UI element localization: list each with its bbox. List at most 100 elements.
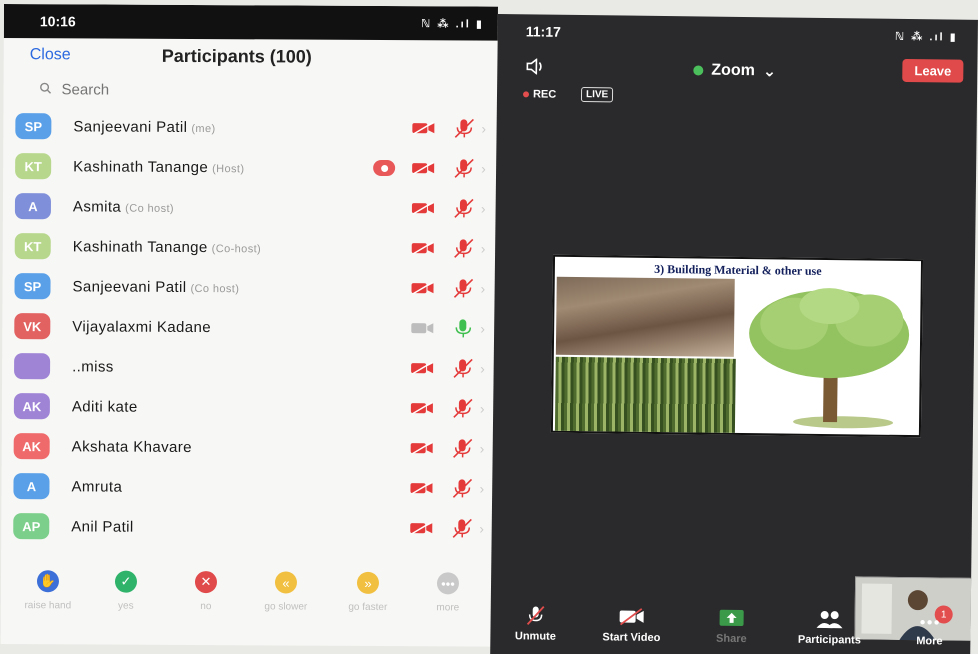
reaction-icon: «: [274, 571, 298, 594]
meeting-title[interactable]: Zoom ⌄: [693, 60, 776, 81]
avatar: A: [13, 473, 50, 500]
reaction-label: go slower: [264, 601, 308, 613]
video-off-icon: [410, 360, 436, 376]
page-title: Participants (100): [161, 45, 312, 67]
status-icons: ℕ ⁂ .ıl ▮: [421, 17, 484, 31]
avatar: SP: [14, 273, 51, 300]
encryption-shield-icon: [693, 65, 704, 76]
video-off-icon: [587, 605, 677, 628]
participant-list: SP Sanjeevani Patil (me) › KT Kashinath Tanan…: [1, 106, 497, 549]
participant-name: Amruta: [71, 478, 126, 495]
participant-role: (Co-host): [211, 242, 262, 255]
slide-photo-timber: [555, 276, 735, 357]
video-off-icon: [410, 400, 436, 416]
participant-row[interactable]: SP Sanjeevani Patil (Co host) ›: [2, 266, 496, 309]
reaction-icon: ✓: [114, 570, 138, 593]
recording-icon: [373, 159, 396, 177]
reaction-no[interactable]: ✕ no: [171, 571, 241, 612]
video-off-icon: [411, 200, 437, 216]
more-icon: [884, 609, 974, 632]
chevron-right-icon: ›: [479, 520, 484, 537]
avatar: [14, 353, 51, 380]
video-off-icon: [411, 160, 437, 176]
mic-muted-icon: [491, 604, 581, 627]
close-button[interactable]: Close: [30, 46, 71, 64]
avatar: AK: [13, 393, 50, 420]
leave-button[interactable]: Leave: [902, 58, 964, 83]
avatar: AK: [13, 433, 50, 460]
participant-role: (Host): [212, 162, 245, 175]
participant-name: Kashinath Tanange (Co-host): [73, 238, 262, 256]
reaction-icon: •••: [436, 572, 460, 595]
participant-row[interactable]: AP Anil Patil ›: [1, 506, 495, 549]
share-button[interactable]: Share: [686, 606, 776, 645]
unmute-button[interactable]: Unmute: [490, 604, 580, 643]
reaction-go-faster[interactable]: » go faster: [333, 571, 403, 613]
participant-name-label: Kashinath Tanange: [73, 157, 209, 176]
mic-icon: [450, 317, 476, 339]
toolbar-label: Start Video: [602, 631, 661, 645]
mic-muted-icon: [450, 277, 476, 299]
participant-name-label: Sanjeevani Patil: [72, 277, 187, 296]
chevron-right-icon: ›: [479, 440, 485, 457]
mic-muted-icon: [449, 477, 475, 499]
participant-name-label: ..miss: [72, 357, 114, 376]
search-input[interactable]: [61, 80, 262, 99]
reaction-label: raise hand: [24, 600, 72, 612]
slide-title: 3) Building Material & other use: [654, 261, 822, 278]
reaction-bar: ✋ raise hand ✓ yes ✕ no « go slower » go faster ••…: [1, 570, 495, 633]
live-badge[interactable]: LIVE: [580, 87, 614, 103]
participant-name: Akshata Khavare: [72, 438, 196, 456]
participant-row[interactable]: A Asmita (Co host) ›: [3, 186, 497, 229]
participant-row[interactable]: AK Aditi kate ›: [2, 386, 496, 429]
participant-row[interactable]: VK Vijayalaxmi Kadane ›: [2, 306, 496, 349]
chevron-right-icon: ›: [480, 360, 485, 377]
reaction-more[interactable]: ••• more: [413, 572, 483, 613]
participant-row[interactable]: KT Kashinath Tanange (Co-host) ›: [3, 226, 497, 269]
reaction-label: yes: [118, 600, 134, 612]
mic-muted-icon: [450, 437, 476, 459]
participant-row[interactable]: AK Akshata Khavare ›: [2, 426, 496, 469]
video-off-icon: [411, 120, 437, 136]
toolbar-label: More: [916, 635, 943, 648]
participant-name: Aditi kate: [72, 398, 142, 415]
participant-name-label: Sanjeevani Patil: [73, 117, 188, 136]
participant-name: Anil Patil: [71, 518, 137, 535]
reaction-icon: ✕: [194, 571, 218, 594]
speaker-icon[interactable]: [525, 57, 545, 79]
meeting-screen: 11:17 ℕ ⁂ .ıl ▮ Zoom ⌄ Leave REC LIVE 3)…: [490, 14, 978, 654]
avatar: SP: [15, 113, 52, 140]
participant-name: Sanjeevani Patil (Co host): [72, 278, 239, 296]
participant-name: Sanjeevani Patil (me): [73, 118, 215, 136]
video-icon: [410, 320, 436, 336]
video-off-icon: [411, 240, 437, 256]
participant-role: (Co host): [190, 282, 240, 295]
meeting-top-bar: Zoom ⌄ Leave: [497, 48, 977, 94]
participant-row[interactable]: SP Sanjeevani Patil (me) ›: [3, 106, 497, 149]
reaction-icon: »: [356, 571, 380, 594]
start-video-button[interactable]: Start Video: [586, 605, 676, 644]
video-off-icon: [409, 480, 435, 496]
search-bar[interactable]: [3, 72, 497, 109]
chevron-right-icon: ›: [479, 400, 485, 417]
participants-header: Close Participants (100): [4, 38, 498, 75]
participant-row[interactable]: A Amruta ›: [1, 466, 495, 509]
slide-tree-illustration: [749, 288, 910, 429]
participant-row[interactable]: KT Kashinath Tanange (Host) ›: [3, 146, 497, 189]
share-icon: [687, 606, 777, 629]
avatar: A: [14, 193, 52, 220]
reaction-yes[interactable]: ✓ yes: [91, 570, 161, 612]
reaction-go-slower[interactable]: « go slower: [251, 571, 321, 613]
participant-row[interactable]: ..miss ›: [2, 346, 496, 389]
mic-muted-icon: [449, 517, 475, 539]
participants-button[interactable]: Participants: [784, 608, 874, 647]
status-time: 10:16: [39, 13, 76, 30]
status-bar: 11:17 ℕ ⁂ .ıl ▮: [498, 14, 978, 54]
mic-muted-icon: [451, 197, 477, 219]
chevron-right-icon: ›: [479, 480, 485, 497]
more-button[interactable]: More: [884, 609, 974, 648]
chevron-right-icon: ›: [480, 240, 486, 257]
participant-name-label: Kashinath Tanange: [72, 237, 208, 256]
reaction-raise-hand[interactable]: ✋ raise hand: [13, 570, 83, 611]
status-icons: ℕ ⁂ .ıl ▮: [894, 30, 958, 44]
